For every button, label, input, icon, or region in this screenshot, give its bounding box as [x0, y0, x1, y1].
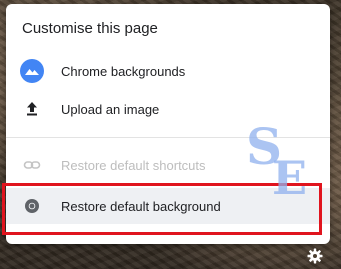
gear-icon[interactable]: [306, 247, 324, 265]
menu-title: Customise this page: [22, 20, 158, 37]
chrome-logo-icon: [20, 194, 44, 218]
restore-background-item[interactable]: Restore default background: [6, 188, 330, 224]
upload-image-label: Upload an image: [61, 101, 160, 117]
chrome-backgrounds-icon: [20, 59, 44, 83]
restore-background-label: Restore default background: [61, 198, 221, 214]
link-icon: [20, 153, 44, 177]
restore-shortcuts-label: Restore default shortcuts: [61, 157, 206, 173]
upload-image-item[interactable]: Upload an image: [6, 90, 330, 128]
chrome-backgrounds-label: Chrome backgrounds: [61, 63, 186, 79]
restore-shortcuts-item[interactable]: Restore default shortcuts: [6, 146, 330, 184]
customise-menu: Customise this page Chrome backgrounds U…: [6, 4, 330, 244]
chrome-backgrounds-item[interactable]: Chrome backgrounds: [6, 52, 330, 90]
menu-divider: [6, 137, 330, 138]
upload-icon: [20, 97, 44, 121]
